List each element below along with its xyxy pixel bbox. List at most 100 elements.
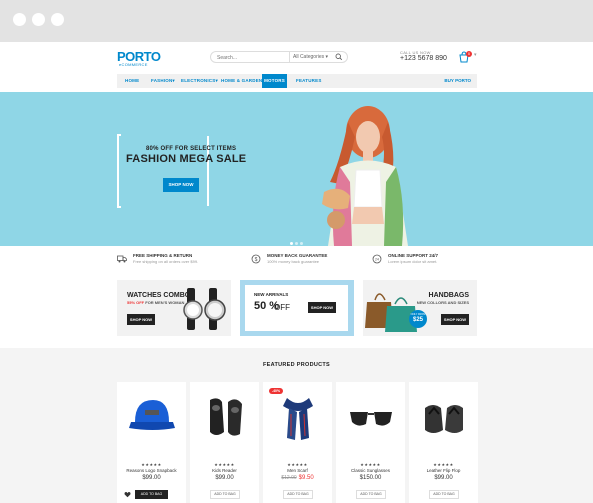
nav-item-label: FEATURES	[296, 78, 322, 83]
hero-title: FASHION MEGA SALE	[126, 153, 247, 165]
feature-subtitle: Free shipping on all orders over $99.	[133, 259, 199, 264]
new-arrivals-banner[interactable]: NEW ARRIVALS 50 % OFF SHOP NOW	[240, 280, 354, 336]
product-old-price: $12.00	[281, 475, 297, 481]
watches-shop-now-button[interactable]: SHOP NOW	[127, 314, 155, 325]
handbags-banner[interactable]: ONLY FROM $25 HANDBAGS NEW COLLORS AND S…	[363, 280, 477, 336]
banner-discount-suffix: FOR MEN'S WOMAN	[145, 300, 185, 305]
chevron-down-icon[interactable]: ▾	[474, 52, 477, 58]
product-card[interactable]: ★★★★★ Leather Flip Flop $99.00 ADD TO BA…	[409, 382, 478, 503]
nav-item-label: MOTORS	[264, 78, 285, 83]
nav-item-fashion[interactable]: FASHION▾	[151, 74, 175, 88]
handbags-image	[365, 293, 417, 332]
category-select[interactable]: All Categories ▾	[289, 52, 334, 62]
banner-title: WATCHES COMBO	[127, 292, 191, 299]
logo-tagline: eCOMMERCE	[119, 62, 148, 67]
slider-dot[interactable]	[290, 242, 293, 245]
nav-item-home[interactable]: HOME	[125, 74, 139, 88]
nav-item-motors[interactable]: MOTORS	[262, 74, 287, 88]
cap-image	[129, 400, 175, 430]
feature-title: ONLINE SUPPORT 24/7	[388, 253, 439, 258]
nav-item-label: HOME	[125, 78, 140, 83]
product-price: $99.00	[142, 475, 161, 481]
product-rating: ★★★★★	[433, 462, 454, 467]
banner-discount-value: 55% OFF	[127, 300, 145, 305]
window-dot	[13, 13, 26, 26]
feature-title: FREE SHIPPING & RETURN	[133, 253, 193, 258]
search-icon[interactable]	[335, 53, 343, 61]
add-to-bag-button[interactable]: ADD TO BAG	[283, 490, 313, 499]
search-input[interactable]	[217, 53, 287, 62]
nav-item-features[interactable]: FEATURES	[296, 74, 322, 88]
search-bar: All Categories ▾	[210, 51, 348, 63]
flip-flops-image	[425, 405, 463, 433]
support-icon: 24	[372, 254, 382, 264]
features-bar: FREE SHIPPING & RETURN Free shipping on …	[117, 252, 477, 268]
banner-pretitle: NEW ARRIVALS	[254, 292, 289, 297]
handbags-shop-now-button[interactable]: SHOP NOW	[441, 314, 469, 325]
banner-title: HANDBAGS	[428, 292, 469, 299]
add-to-bag-button[interactable]: ADD TO BAG	[210, 490, 240, 499]
window-dot	[32, 13, 45, 26]
scarf-image	[283, 398, 313, 440]
product-rating: ★★★★★	[360, 462, 381, 467]
product-card[interactable]: ★★★★★ Kids Reader $99.00 ADD TO BAG	[190, 382, 259, 503]
product-name[interactable]: Kids Reader	[190, 468, 259, 473]
feature-subtitle: 100% money back guarantee	[267, 259, 320, 264]
nav-item-home-garden[interactable]: HOME & GARDEN▾	[221, 74, 265, 88]
banner-discount: 55% OFF FOR MEN'S WOMAN	[127, 300, 184, 305]
svg-text:24: 24	[375, 258, 379, 262]
main-nav: HOME FASHION▾ ELECTRONICS▾ HOME & GARDEN…	[117, 74, 477, 88]
product-card[interactable]: ★★★★★ Reasons Logo Snapback $99.00 ADD T…	[117, 382, 186, 503]
banner-off: OFF	[274, 303, 290, 312]
product-rating: ★★★★★	[214, 462, 235, 467]
nav-item-label: HOME & GARDEN	[221, 78, 263, 83]
hero-frame-gap	[121, 132, 225, 136]
watches-image	[183, 288, 226, 330]
hero-frame-gap	[121, 206, 225, 210]
product-price: $99.00	[215, 475, 234, 481]
product-name[interactable]: Men Scarf	[263, 468, 332, 473]
feature-money-back: $ MONEY BACK GUARANTEE 100% money back g…	[251, 252, 361, 268]
hero-slider: 80% OFF FOR SELECT ITEMS FASHION MEGA SA…	[0, 92, 593, 246]
product-price: $9.50	[298, 475, 314, 481]
watches-banner[interactable]: WATCHES COMBO 55% OFF FOR MEN'S WOMAN SH…	[117, 280, 231, 336]
add-to-bag-button[interactable]: ADD TO BAG	[429, 490, 459, 499]
hero-pretitle: 80% OFF FOR SELECT ITEMS	[146, 146, 237, 152]
phone-number[interactable]: +123 5678 890	[400, 55, 447, 62]
browser-chrome	[0, 0, 593, 42]
category-select-label: All Categories	[293, 54, 325, 60]
feature-title: MONEY BACK GUARANTEE	[267, 253, 328, 258]
hero-shop-now-button[interactable]: SHOP NOW	[163, 178, 199, 192]
nav-item-electronics[interactable]: ELECTRONICS▾	[181, 74, 218, 88]
badge-price: $25	[412, 317, 423, 323]
product-name[interactable]: Leather Flip Flop	[409, 468, 478, 473]
shoes-image	[210, 398, 242, 436]
hero-model-image	[322, 106, 408, 246]
feature-subtitle: Lorem ipsum dolor sit amet.	[388, 259, 438, 264]
section-title: FEATURED PRODUCTS	[262, 362, 331, 368]
promo-banners: WATCHES COMBO 55% OFF FOR MEN'S WOMAN SH…	[117, 280, 477, 336]
slider-dot[interactable]	[295, 242, 298, 245]
product-name[interactable]: Reasons Logo Snapback	[117, 468, 186, 473]
slider-dot[interactable]	[300, 242, 303, 245]
product-card[interactable]: ★★★★★ Classic Sunglasses $150.00 ADD TO …	[336, 382, 405, 503]
buy-porto-link[interactable]: BUY PORTO	[444, 74, 471, 88]
product-name[interactable]: Classic Sunglasses	[336, 468, 405, 473]
handbags-price-badge: ONLY FROM $25	[409, 310, 427, 328]
window-dot	[51, 13, 64, 26]
add-to-bag-button[interactable]: ADD TO BAG	[135, 490, 168, 499]
svg-text:$: $	[255, 257, 258, 263]
product-price-group: $12.00 $9.50	[263, 475, 332, 481]
product-price: $99.00	[434, 475, 453, 481]
add-to-bag-button[interactable]: ADD TO BAG	[356, 490, 386, 499]
cart-count-badge: 0	[466, 51, 472, 57]
feature-support: 24 ONLINE SUPPORT 24/7 Lorem ipsum dolor…	[372, 252, 477, 268]
heart-icon[interactable]	[124, 491, 131, 498]
nav-item-label: ELECTRONICS	[181, 78, 216, 83]
product-card[interactable]: -40% ★★★★★ Men Scarf $12.00 $9.50 ADD TO …	[263, 382, 332, 503]
slider-dots	[290, 232, 305, 246]
product-rating: ★★★★★	[141, 462, 162, 467]
money-icon: $	[251, 254, 261, 264]
arrivals-shop-now-button[interactable]: SHOP NOW	[308, 302, 336, 313]
product-price: $150.00	[359, 475, 382, 481]
